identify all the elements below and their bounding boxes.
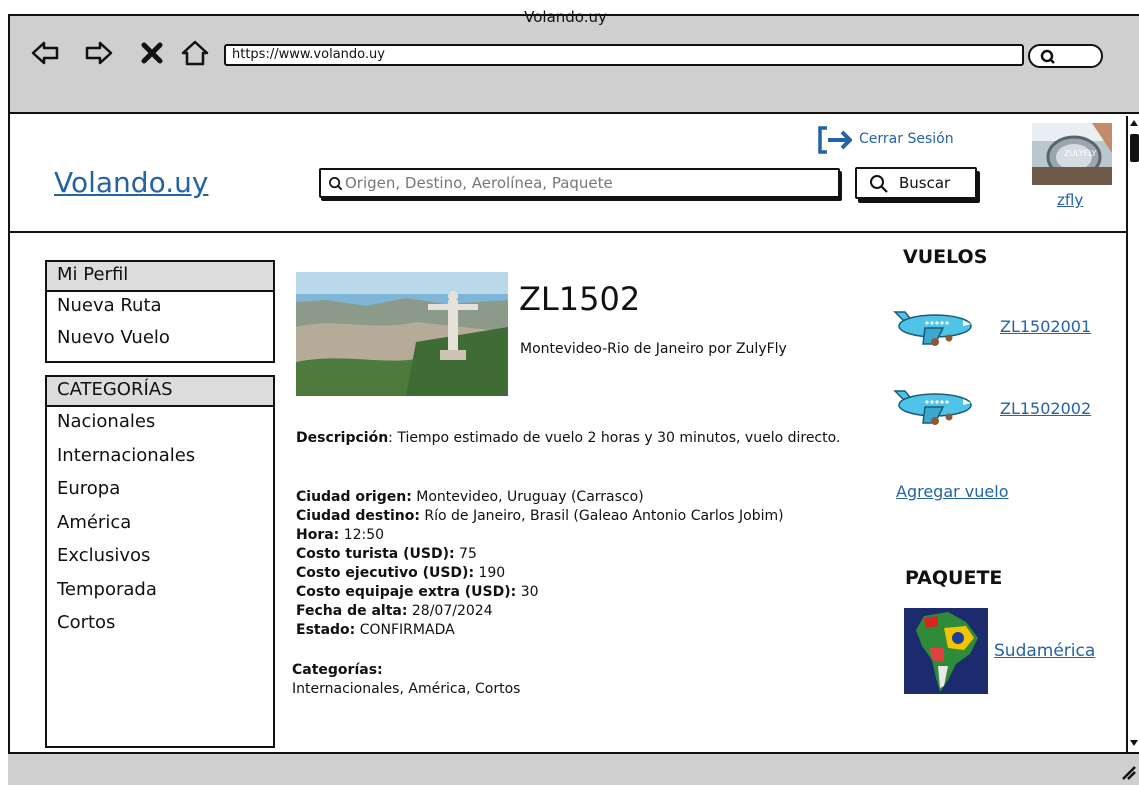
scroll-up-icon[interactable] (1129, 118, 1139, 128)
search-button-label[interactable]: Buscar (899, 174, 950, 192)
frame-border (8, 114, 10, 785)
field-row: Costo turista (USD): 75 (296, 545, 856, 564)
status-bar (8, 752, 1139, 785)
category-item[interactable]: Cortos (47, 612, 273, 646)
scrollbar-thumb[interactable] (1130, 134, 1139, 162)
profile-menu-title[interactable]: Mi Perfil (47, 262, 273, 292)
site-logo-link[interactable]: Volando.uy (54, 166, 208, 199)
description-label: Descripción (296, 430, 389, 446)
airplane-icon (893, 390, 972, 425)
field-row: Ciudad destino: Río de Janeiro, Brasil (… (296, 507, 856, 526)
description-text: : Tiempo estimado de vuelo 2 horas y 30 … (388, 430, 841, 446)
url-bar[interactable]: https://www.volando.uy (224, 44, 1024, 66)
route-subtitle: Montevideo-Rio de Janeiro por ZulyFly (520, 341, 787, 357)
field-row: Costo equipaje extra (USD): 30 (296, 583, 856, 602)
vertical-scrollbar[interactable] (1126, 116, 1139, 752)
forward-icon[interactable] (84, 38, 114, 68)
route-code-title: ZL1502 (519, 280, 641, 318)
field-label: Ciudad destino: (296, 508, 420, 524)
field-value: 12:50 (339, 527, 385, 543)
field-value: 75 (454, 546, 477, 562)
home-icon[interactable] (180, 38, 210, 68)
route-fields: Ciudad origen: Montevideo, Uruguay (Carr… (296, 488, 856, 640)
resize-grip-icon[interactable] (1120, 764, 1136, 780)
menu-item-nueva-ruta[interactable]: Nueva Ruta (47, 295, 273, 316)
category-item[interactable]: Temporada (47, 579, 273, 613)
search-icon (870, 175, 888, 193)
category-item[interactable]: Internacionales (47, 445, 273, 479)
browser-search-field[interactable] (1028, 44, 1103, 68)
field-row: Fecha de alta: 28/07/2024 (296, 602, 856, 621)
field-label: Costo equipaje extra (USD): (296, 584, 517, 600)
field-value: 190 (474, 565, 506, 581)
logout-link[interactable]: Cerrar Sesión (859, 131, 954, 147)
field-label: Estado: (296, 622, 356, 638)
category-item[interactable]: Exclusivos (47, 545, 273, 579)
category-item[interactable]: Nacionales (47, 411, 273, 445)
package-section-title: PAQUETE (905, 567, 1003, 589)
categories-menu-title: CATEGORÍAS (47, 377, 273, 407)
field-label: Ciudad origen: (296, 489, 412, 505)
menu-item-nuevo-vuelo[interactable]: Nuevo Vuelo (47, 327, 273, 348)
window-title: Volando.uy (524, 8, 607, 26)
route-categories: Categorías: Internacionales, América, Co… (292, 661, 852, 699)
south-america-map-image (904, 608, 988, 694)
airplane-icon (893, 311, 972, 346)
field-value: 28/07/2024 (407, 603, 493, 619)
close-icon[interactable] (137, 38, 167, 68)
field-label: Hora: (296, 527, 340, 543)
field-value: 30 (516, 584, 539, 600)
header-divider (10, 231, 1126, 233)
field-row: Costo ejecutivo (USD): 190 (296, 564, 856, 583)
search-icon (329, 177, 343, 191)
search-icon (1040, 49, 1055, 64)
categories-label: Categorías: (292, 662, 383, 678)
avatar-text: ZULYFLY (1064, 149, 1097, 158)
back-icon[interactable] (30, 38, 60, 68)
package-link[interactable]: Sudamérica (994, 641, 1095, 661)
field-row: Ciudad origen: Montevideo, Uruguay (Carr… (296, 488, 856, 507)
field-row: Estado: CONFIRMADA (296, 621, 856, 640)
route-description: Descripción: Tiempo estimado de vuelo 2 … (296, 429, 856, 448)
field-value: Montevideo, Uruguay (Carrasco) (411, 489, 644, 505)
add-flight-link[interactable]: Agregar vuelo (896, 482, 1008, 501)
category-item[interactable]: Europa (47, 478, 273, 512)
profile-menu: Mi Perfil Nueva Ruta Nuevo Vuelo (45, 260, 275, 363)
flights-section-title: VUELOS (903, 246, 988, 268)
route-image (296, 272, 508, 396)
username-link[interactable]: zfly (1057, 191, 1083, 209)
field-value: Río de Janeiro, Brasil (Galeao Antonio C… (419, 508, 784, 524)
field-label: Costo ejecutivo (USD): (296, 565, 475, 581)
categories-list: Internacionales, América, Cortos (292, 681, 521, 697)
field-row: Hora: 12:50 (296, 526, 856, 545)
category-item[interactable]: América (47, 512, 273, 546)
field-label: Fecha de alta: (296, 603, 408, 619)
scroll-down-icon[interactable] (1129, 738, 1139, 748)
field-value: CONFIRMADA (355, 622, 455, 638)
user-avatar[interactable]: ZULYFLY (1032, 123, 1112, 185)
categories-menu: CATEGORÍAS Nacionales Internacionales Eu… (45, 375, 275, 748)
flight-link[interactable]: ZL1502002 (1000, 399, 1091, 418)
logout-icon[interactable] (817, 125, 855, 155)
flight-link[interactable]: ZL1502001 (1000, 317, 1091, 336)
search-placeholder: Origen, Destino, Aerolínea, Paquete (345, 174, 613, 192)
field-label: Costo turista (USD): (296, 546, 455, 562)
